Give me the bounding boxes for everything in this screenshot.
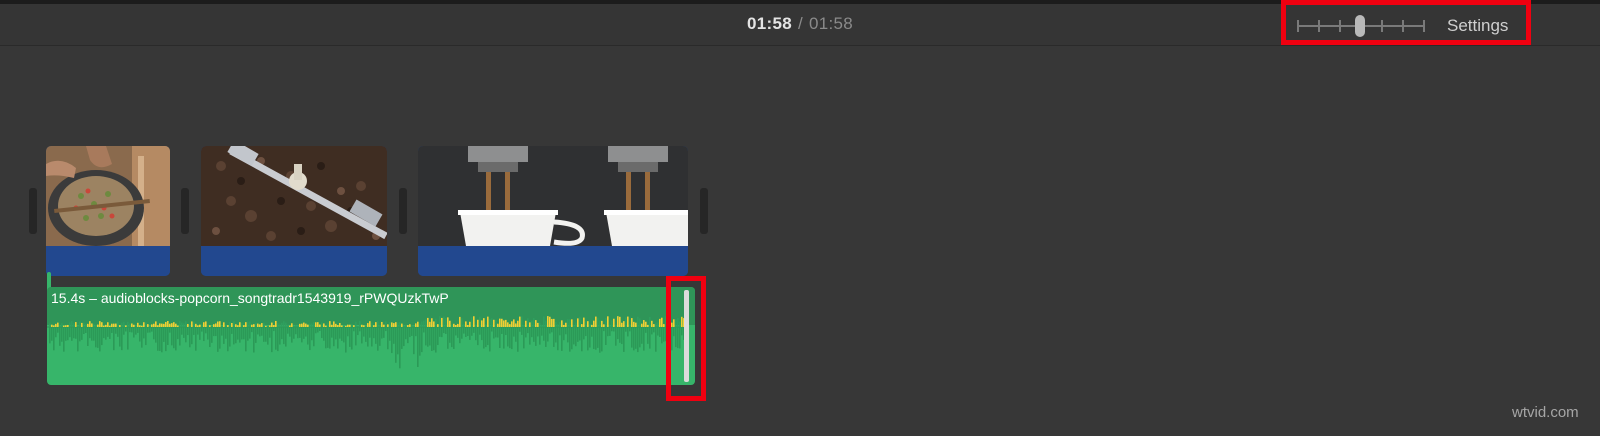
clip-thumbnail-coffee-sorting <box>46 146 170 246</box>
clip-bar <box>418 246 688 276</box>
zoom-settings-highlight-box <box>1281 0 1531 45</box>
clip-gap-handle[interactable] <box>399 188 407 234</box>
timecode-total: 01:58 <box>808 14 854 33</box>
watermark: wtvid.com <box>1512 404 1579 421</box>
video-clip-espresso[interactable] <box>418 146 688 276</box>
clip-bar <box>201 246 387 276</box>
clip-gap-handle[interactable] <box>29 188 37 234</box>
trim-handle-highlight-box <box>666 276 706 401</box>
clip-gap-handle[interactable] <box>700 188 708 234</box>
clip-thumbnail-coffee-roasting <box>201 146 387 246</box>
audio-clip[interactable]: 15.4s – audioblocks-popcorn_songtradr154… <box>47 287 695 385</box>
timecode-separator: / <box>797 14 803 33</box>
clip-thumbnail-espresso <box>418 146 688 246</box>
timecode-current: 01:58 <box>746 14 792 33</box>
timecode-display: 01:58 / 01:58 <box>700 14 900 34</box>
clip-bar <box>46 246 170 276</box>
video-clip-coffee-roasting[interactable] <box>201 146 387 276</box>
video-clip-coffee-sorting[interactable] <box>46 146 170 276</box>
clip-gap-handle[interactable] <box>181 188 189 234</box>
audio-waveform <box>47 316 687 369</box>
